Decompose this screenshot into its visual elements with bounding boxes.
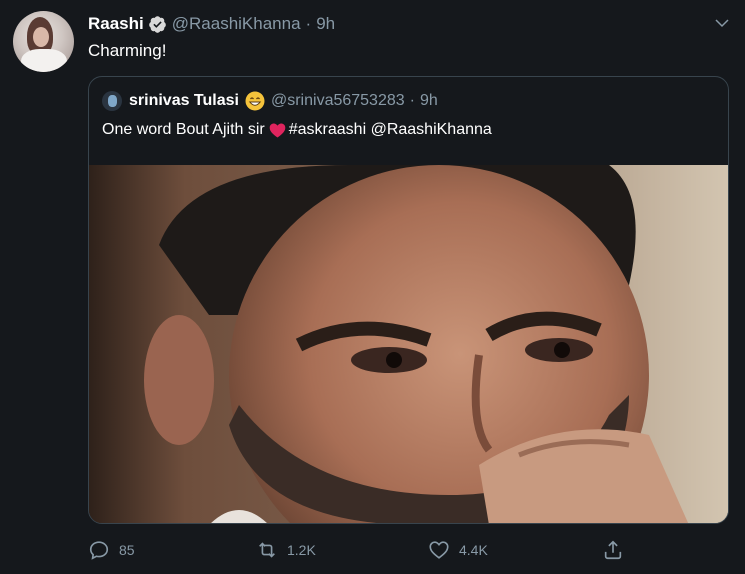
quoted-tweet-text: One word Bout Ajith sir #askraashi @Raas… [102, 121, 492, 139]
quoted-author-name[interactable]: srinivas Tulasi [129, 92, 239, 110]
tweet-text: Charming! [88, 41, 167, 60]
reply-icon [89, 541, 109, 560]
retweet-button[interactable]: 1.2K [256, 538, 316, 562]
share-icon [604, 540, 622, 560]
tweet-header: Raashi @RaashiKhanna · 9h [88, 13, 335, 35]
share-button[interactable] [602, 538, 633, 562]
like-count: 4.4K [459, 542, 488, 558]
red-heart-icon [269, 123, 286, 138]
tweet-actions: 85 1.2K 4.4K [88, 538, 648, 562]
retweet-icon [259, 542, 275, 558]
separator-dot: · [305, 14, 312, 33]
retweet-count: 1.2K [287, 542, 316, 558]
quoted-tweet-header: srinivas Tulasi @sriniva56753283 · 9h [102, 91, 438, 111]
quoted-tweet[interactable]: srinivas Tulasi @sriniva56753283 · 9h On… [88, 76, 729, 524]
quoted-text-part-1: One word Bout Ajith sir [102, 121, 265, 138]
reply-count: 85 [119, 542, 135, 558]
quoted-tweet-photo[interactable] [89, 165, 728, 523]
grinning-face-icon [245, 91, 265, 111]
quoted-author-handle[interactable]: @sriniva56753283 [271, 92, 405, 110]
verified-badge-icon [148, 15, 166, 33]
chevron-down-icon[interactable] [713, 14, 731, 32]
portrait-photo [89, 165, 728, 523]
quoted-tweet-time[interactable]: 9h [420, 92, 438, 110]
author-avatar[interactable] [13, 11, 74, 72]
tweet-time[interactable]: 9h [316, 14, 335, 34]
like-button[interactable]: 4.4K [428, 538, 488, 562]
like-icon [429, 541, 449, 559]
quoted-separator-dot: · [409, 92, 415, 109]
quoted-author-avatar[interactable] [102, 91, 122, 111]
tweet-card[interactable]: Raashi @RaashiKhanna · 9h Charming! srin… [0, 0, 745, 574]
author-handle[interactable]: @RaashiKhanna [172, 14, 301, 34]
author-name[interactable]: Raashi [88, 14, 144, 34]
quoted-text-part-2: #askraashi @RaashiKhanna [288, 121, 492, 138]
reply-button[interactable]: 85 [88, 538, 135, 562]
